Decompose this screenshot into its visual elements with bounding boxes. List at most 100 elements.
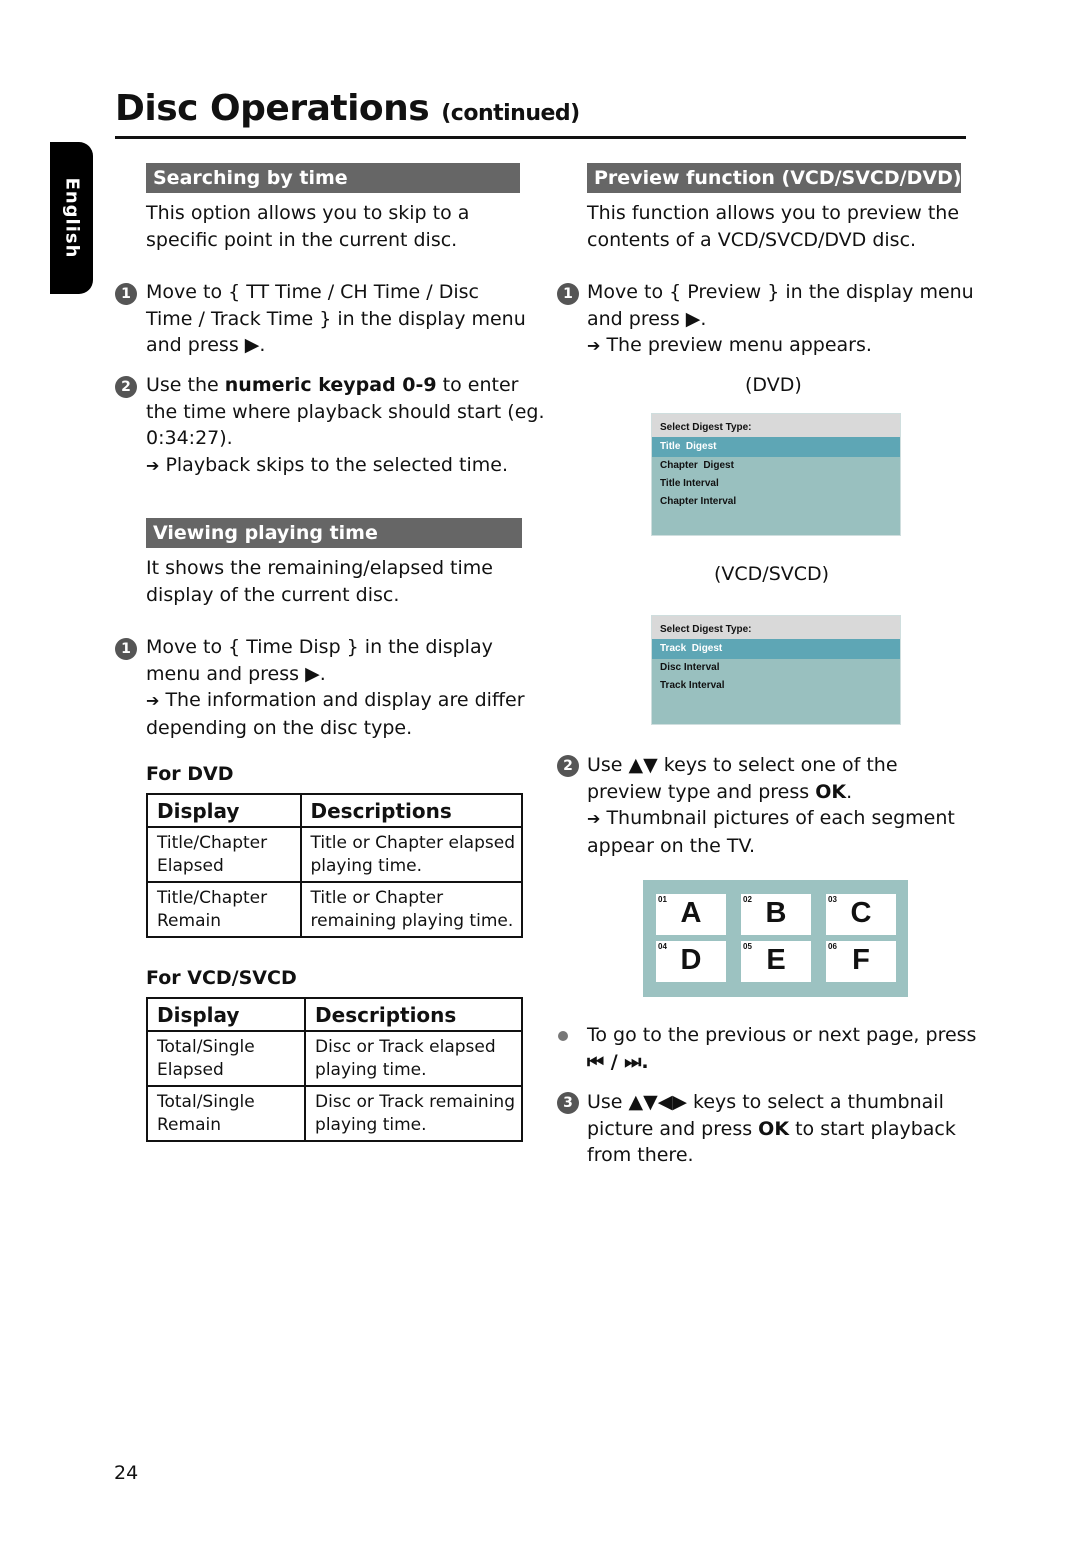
step-text: picture and press [587, 1117, 759, 1140]
menu-item-chapter-interval[interactable]: Chapter Interval [652, 493, 900, 511]
thumbnail[interactable]: 05 E [741, 941, 811, 982]
thumbnail[interactable]: 06 F [826, 941, 896, 982]
vcd-table-label: For VCD/SVCD [146, 967, 297, 989]
vcd-caption: (VCD/SVCD) [714, 563, 830, 585]
title-rule [115, 136, 966, 139]
result-arrow-icon: ➔ [146, 455, 160, 475]
ok-key-label: OK [758, 1117, 790, 1140]
result-arrow-icon: ➔ [587, 336, 601, 355]
thumbnail-label: F [852, 944, 870, 976]
step-line: and press ▶. [587, 307, 707, 330]
step-line: Move to { TT Time / CH Time / Disc [146, 281, 479, 303]
step-line: Use ▲▼◀▶ keys to select a thumbnail [587, 1091, 944, 1113]
thumbnail-label: A [680, 897, 702, 929]
language-tab-label: English [61, 177, 82, 259]
thumbnail[interactable]: 02 B [741, 894, 811, 935]
table-row: Total/Single Elapsed Disc or Track elapse… [145, 1030, 523, 1087]
menu-header: Select Digest Type: [652, 414, 900, 437]
thumbnail-label: E [766, 944, 786, 976]
viewing-intro: It shows the remaining/elapsed time disp… [146, 555, 493, 608]
dvd-table-label: For DVD [146, 763, 234, 785]
step-line: Time / Track Time } in the display menu [146, 307, 526, 330]
viewing-intro-line: It shows the remaining/elapsed time [146, 557, 493, 579]
thumbnail-label: B [765, 897, 787, 929]
page-title-suffix: (continued) [441, 101, 580, 126]
section-heading-viewing: Viewing playing time [146, 518, 522, 548]
table-cell: Total/Single Remain [145, 1085, 307, 1142]
menu-item-chapter-digest[interactable]: Chapter Digest [652, 457, 900, 475]
step-result: The preview menu appears. [600, 334, 872, 356]
menu-item-track-digest[interactable]: Track Digest [652, 639, 900, 659]
thumbnail[interactable]: 03 C [826, 894, 896, 935]
step-line: and press ▶. [146, 334, 266, 356]
thumbnail-label: D [680, 944, 702, 976]
viewing-step-1: Move to { Time Disp } in the display men… [146, 634, 525, 741]
page-navigation-note: To go to the previous or next page, pres… [587, 1022, 976, 1075]
vcd-digest-menu: Select Digest Type: Track Digest Disc In… [651, 615, 901, 725]
step-text: Use the [146, 374, 225, 396]
step-number-3-icon: 3 [557, 1092, 579, 1114]
menu-item-disc-interval[interactable]: Disc Interval [652, 659, 900, 677]
preview-intro-line: contents of a VCD/SVCD/DVD disc. [587, 228, 917, 251]
table-header: Descriptions [304, 997, 523, 1032]
searching-intro-line: specific point in the current disc. [146, 228, 458, 251]
result-arrow-icon: ➔ [146, 691, 160, 710]
note-line: To go to the previous or next page, pres… [587, 1024, 977, 1046]
step-result: Thumbnail pictures of each segment [600, 807, 955, 829]
table-header: Display [146, 793, 302, 828]
table-row: Title/Chapter Remain Title or Chapter rema… [146, 881, 523, 938]
numeric-keypad-label: numeric keypad 0-9 [224, 374, 437, 396]
step-text: to enter [436, 374, 519, 396]
thumbnail[interactable]: 01 A [656, 894, 726, 935]
searching-intro: This option allows you to skip to a spec… [146, 200, 469, 253]
preview-step-1: Move to { Preview } in the display menu … [587, 279, 974, 360]
thumbnail[interactable]: 04 D [656, 941, 726, 982]
step-result: depending on the disc type. [146, 716, 413, 739]
searching-step-2: Use the numeric keypad 0-9 to enter the … [146, 372, 544, 479]
viewing-intro-line: display of the current disc. [146, 583, 400, 606]
step-line: menu and press ▶. [146, 662, 326, 685]
table-cell: Title or Chapter remaining playing time. [299, 881, 523, 938]
ok-key-label: OK [815, 780, 847, 803]
dvd-caption: (DVD) [745, 374, 802, 396]
step-number-1-icon: 1 [115, 638, 137, 660]
step-text: to start playback [789, 1117, 956, 1140]
step-result: The information and display are differ [159, 689, 525, 711]
result-arrow-icon: ➔ [587, 809, 601, 828]
step-line: from there. [587, 1144, 694, 1166]
step-line: 0:34:27). [146, 427, 233, 449]
section-heading-searching: Searching by time [146, 163, 520, 193]
menu-item-title-interval[interactable]: Title Interval [652, 475, 900, 493]
table-cell: Disc or Track elapsed playing time. [304, 1030, 523, 1087]
preview-step-3: Use ▲▼◀▶ keys to select a thumbnail pict… [587, 1089, 956, 1169]
step-text: . [846, 780, 853, 803]
step-line: Use ▲▼ keys to select one of the [587, 754, 898, 776]
step-line: Move to { Preview } in the display menu [587, 281, 974, 303]
thumbnail-label: C [850, 897, 872, 929]
table-header: Descriptions [299, 793, 523, 828]
thumbnail-grid: 01 A 02 B 03 C 04 D 05 E 06 F [643, 880, 908, 997]
dvd-digest-menu: Select Digest Type: Title Digest Chapter… [651, 413, 901, 536]
menu-item-track-interval[interactable]: Track Interval [652, 677, 900, 695]
table-header-row: Display Descriptions [145, 997, 523, 1032]
table-row: Total/Single Remain Disc or Track remaini… [145, 1085, 523, 1142]
table-header: Display [145, 997, 307, 1032]
menu-header: Select Digest Type: [652, 616, 900, 639]
table-cell: Title or Chapter elapsed playing time. [299, 826, 523, 883]
page-title-text: Disc Operations [115, 88, 430, 129]
vcd-display-table: Display Descriptions Total/Single Elapsed… [145, 997, 523, 1142]
section-heading-preview: Preview function (VCD/SVCD/DVD) [587, 163, 962, 193]
step-number-2-icon: 2 [115, 376, 137, 398]
prev-next-keys-icon: ⏮ / ⏭. [587, 1050, 649, 1073]
table-cell: Disc or Track remaining playing time. [304, 1085, 523, 1142]
step-number-1-icon: 1 [115, 283, 137, 305]
step-text: preview type and press [587, 780, 816, 803]
step-result: Playback skips to the selected time. [159, 453, 508, 476]
preview-intro: This function allows you to preview the … [587, 200, 959, 253]
menu-item-title-digest[interactable]: Title Digest [652, 437, 900, 457]
step-number-2-icon: 2 [557, 755, 579, 777]
step-line: the time where playback should start (eg… [146, 400, 545, 423]
searching-intro-line: This option allows you to skip to a [146, 202, 470, 224]
language-tab: English [50, 142, 93, 294]
step-number-1-icon: 1 [557, 283, 579, 305]
